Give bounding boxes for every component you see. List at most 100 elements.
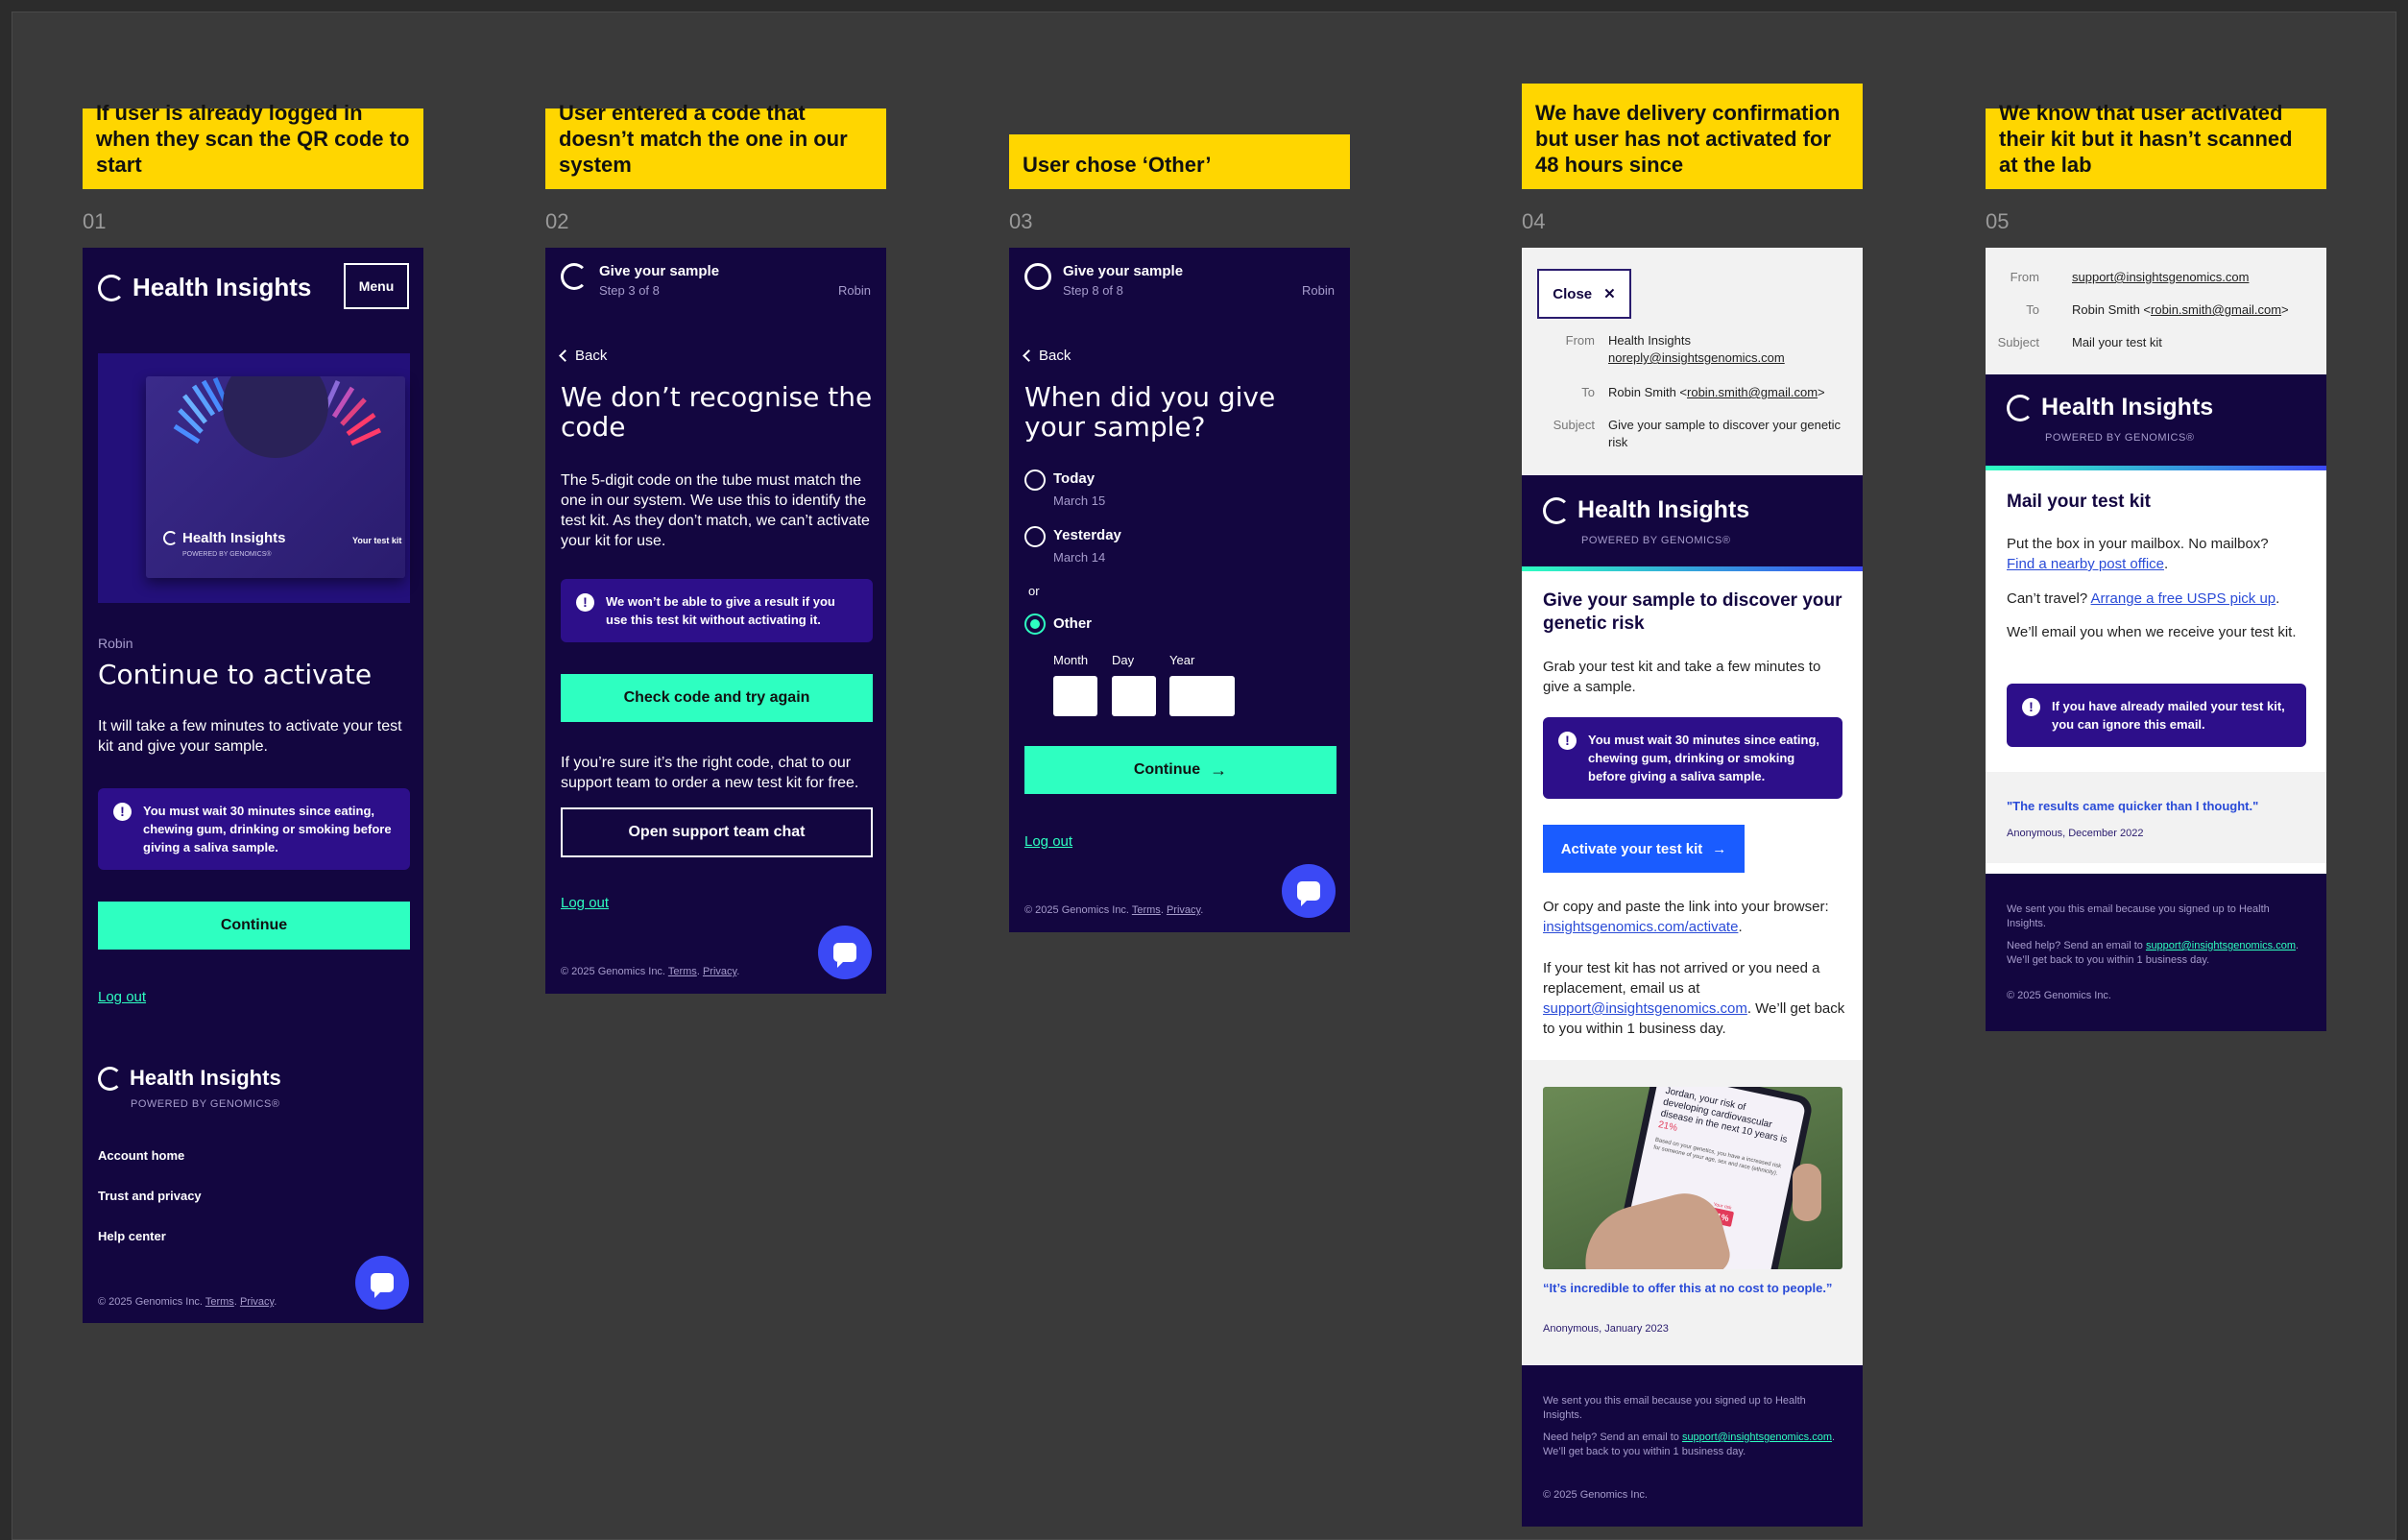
note-04: We have delivery confirmation but user h… [1522,84,1863,189]
frame-number: 02 [545,209,569,233]
chevron-left-icon [1023,349,1035,362]
reg-mark: ® [1722,535,1731,546]
month-input[interactable] [1053,676,1097,716]
copyright: © 2025 Genomics Inc. Terms. Privacy. [561,966,739,977]
logout-link[interactable]: Log out [1024,833,1072,850]
help-intro: Need help? Send an email to [2007,940,2146,951]
frame-number: 03 [1009,209,1033,233]
month-label: Month [1053,653,1089,667]
from-address: noreply@insightsgenomics.com [1608,350,1785,365]
terms-link[interactable]: Terms [668,966,697,977]
option-today-date: March 15 [1053,493,1106,508]
step-count: Step 3 of 8 [599,283,660,298]
screen-sample-date: Give your sample Step 8 of 8 Robin Back … [1009,248,1350,932]
copyright-text: © 2025 Genomics Inc. [1024,904,1129,916]
back-link[interactable]: Back [559,348,608,364]
kit-label: Your test kit [352,536,402,545]
alert-text: You must wait 30 minutes since eating, c… [1588,733,1820,783]
footer-link-trust[interactable]: Trust and privacy [98,1189,202,1203]
subject-text: Mail your test kit [2072,335,2162,349]
logout-link[interactable]: Log out [561,895,609,911]
help-email-link[interactable]: support@insightsgenomics.com [1682,1432,1832,1443]
footer-copyright: © 2025 Genomics Inc. [2007,990,2111,1001]
alert-text: We won’t be able to give a result if you… [606,594,835,627]
thumb-shape [1793,1164,1821,1221]
chat-button[interactable] [1282,864,1336,918]
kit-burst-graphic [173,376,382,458]
post-office-link[interactable]: Find a nearby post office [2007,556,2164,572]
day-input[interactable] [1112,676,1156,716]
reg-mark: ® [266,551,272,558]
privacy-link[interactable]: Privacy [1167,904,1200,916]
kit-box: Health Insights POWERED BY GENOMICS® You… [146,376,405,578]
radio-other[interactable] [1024,614,1046,635]
chat-icon [833,943,856,968]
support-text: If you’re sure it’s the right code, chat… [561,755,859,791]
brand-logo: Health Insights [2007,394,2213,421]
chat-button[interactable] [355,1256,409,1310]
note-text: User entered a code that doesn’t match t… [559,101,848,177]
back-label: Back [575,348,608,364]
back-link[interactable]: Back [1023,348,1071,364]
copy-link-intro: Or copy and paste the link into your bro… [1543,899,1829,915]
activate-kit-button[interactable]: Activate your test kit → [1543,825,1745,873]
replacement-intro: If your test kit has not arrived or you … [1543,960,1820,997]
kit-brand-name: Health Insights [182,530,286,546]
terms-link[interactable]: Terms [1132,904,1161,916]
copyright-text: © 2025 Genomics Inc. [98,1296,203,1308]
user-name: Robin [1302,283,1335,298]
check-code-button[interactable]: Check code and try again [561,674,873,722]
logo-ring-icon [98,1066,122,1091]
footer-reason: We sent you this email because you signe… [1543,1395,1806,1421]
close-button[interactable]: Close ✕ [1537,269,1631,319]
sep: . [696,966,700,977]
testimonial-attribution: Anonymous, January 2023 [1543,1323,1669,1335]
reg-mark: ® [2185,432,2195,444]
warning-alert: ! We won’t be able to give a result if y… [561,579,873,642]
usps-pickup-link[interactable]: Arrange a free USPS pick up [2091,590,2276,607]
kit-logo: Health Insights [163,530,286,546]
privacy-link[interactable]: Privacy [240,1296,274,1308]
powered-text: POWERED BY GENOMICS [1581,535,1722,546]
user-name: Robin [98,636,133,651]
footer-link-account[interactable]: Account home [98,1148,184,1163]
logout-link[interactable]: Log out [98,989,146,1005]
to-address: robin.smith@gmail.com [2151,302,2282,317]
footer-link-help[interactable]: Help center [98,1229,166,1243]
brand-name: Health Insights [132,273,312,301]
mailbox-text: Put the box in your mailbox. No mailbox?… [2007,534,2312,574]
brand-name: Health Insights [130,1066,281,1090]
copyright: © 2025 Genomics Inc. Terms. Privacy. [1024,904,1203,916]
email-footer: We sent you this email because you signe… [1522,1365,1863,1527]
alert-icon: ! [113,803,132,821]
testimonial-section: "The results came quicker than I thought… [1986,772,2326,863]
year-input[interactable] [1169,676,1235,716]
or-divider: or [1028,584,1040,598]
terms-link[interactable]: Terms [205,1296,234,1308]
help-email-link[interactable]: support@insightsgenomics.com [2146,940,2296,951]
continue-button[interactable]: Continue [98,902,410,950]
continue-button[interactable]: Continue → [1024,746,1336,794]
activate-url-link[interactable]: insightsgenomics.com/activate [1543,919,1738,935]
note-text: If user is already logged in when they s… [96,101,410,177]
open-support-chat-button[interactable]: Open support team chat [561,807,873,857]
sep: . [233,1296,237,1308]
continue-label: Continue [1133,761,1201,778]
radio-yesterday[interactable] [1024,526,1046,547]
replacement-text: If your test kit has not arrived or you … [1543,958,1848,1039]
radio-today[interactable] [1024,469,1046,491]
from-name: Health Insights [1608,333,1691,348]
warning-alert: ! You must wait 30 minutes since eating,… [1543,717,1842,799]
support-email-link[interactable]: support@insightsgenomics.com [1543,1000,1747,1017]
testimonial-section: Jordan, your risk of developing cardiova… [1522,1060,1863,1365]
menu-button[interactable]: Menu [344,263,409,309]
chat-button[interactable] [818,926,872,979]
subject-text: Give your sample to discover your geneti… [1608,418,1842,449]
note-05: We know that user activated their kit bu… [1986,101,2326,189]
to-name: Robin Smith < [2072,302,2152,317]
kit-image: Health Insights POWERED BY GENOMICS® You… [98,353,410,603]
footer-reason: We sent you this email because you signe… [2007,903,2270,929]
privacy-link[interactable]: Privacy [703,966,736,977]
pickup-text: Can’t travel? Arrange a free USPS pick u… [2007,589,2312,609]
to-address: robin.smith@gmail.com [1687,385,1818,399]
